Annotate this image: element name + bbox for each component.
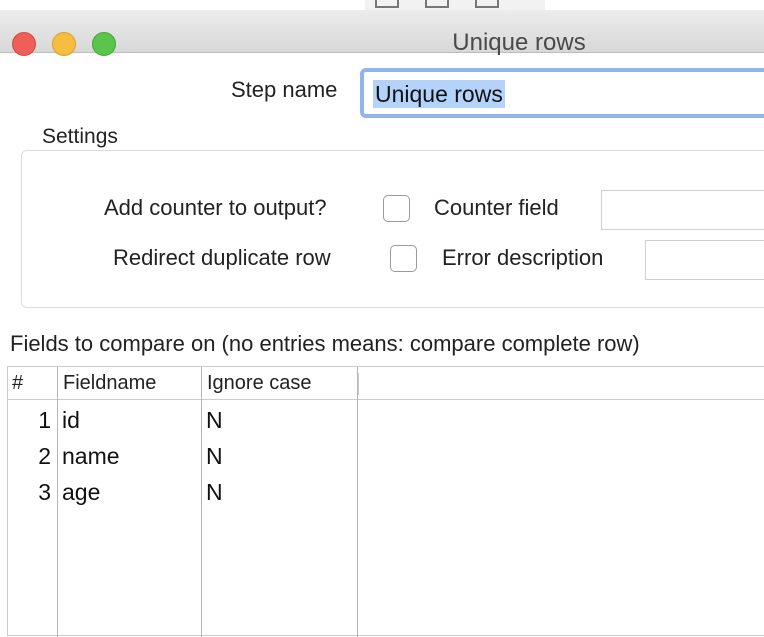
row-number: 1 — [38, 407, 51, 433]
row-number: 3 — [38, 479, 51, 505]
column-separator — [358, 373, 359, 395]
row-ignore-case[interactable]: N — [206, 477, 223, 507]
step-name-input[interactable]: Unique rows — [360, 68, 764, 118]
step-name-value: Unique rows — [373, 80, 505, 108]
add-counter-label: Add counter to output? — [104, 195, 327, 220]
row-fieldname[interactable]: id — [62, 405, 80, 435]
fields-heading: Fields to compare on (no entries means: … — [10, 331, 640, 356]
column-header-fieldname[interactable]: Fieldname — [63, 369, 156, 397]
title-bar[interactable]: Unique rows — [0, 10, 764, 56]
column-divider — [357, 367, 358, 637]
redirect-duplicate-label: Redirect duplicate row — [113, 245, 331, 270]
step-name-label: Step name — [231, 77, 338, 102]
column-header-ignore-case[interactable]: Ignore case — [207, 369, 312, 397]
row-fieldname[interactable]: name — [62, 441, 120, 471]
close-window-button[interactable] — [12, 32, 36, 56]
column-divider — [57, 367, 58, 637]
row-number: 2 — [38, 443, 51, 469]
background-window-toolbar — [365, 0, 545, 10]
row-ignore-case[interactable]: N — [206, 441, 223, 471]
zoom-window-button[interactable] — [92, 32, 116, 56]
add-counter-checkbox[interactable] — [383, 195, 410, 222]
settings-title: Settings — [42, 125, 118, 148]
minimize-window-button[interactable] — [52, 32, 76, 56]
row-fieldname[interactable]: age — [62, 477, 100, 507]
window-title: Unique rows — [452, 29, 586, 56]
error-description-label: Error description — [442, 245, 604, 270]
fields-table[interactable]: # Fieldname Ignore case 1 id N 2 name N … — [7, 366, 764, 637]
counter-field-input[interactable] — [601, 190, 764, 230]
counter-field-label: Counter field — [434, 195, 559, 220]
error-description-input[interactable] — [645, 240, 764, 280]
redirect-duplicate-checkbox[interactable] — [390, 245, 417, 272]
row-ignore-case[interactable]: N — [206, 405, 223, 435]
column-header-number[interactable]: # — [12, 369, 23, 397]
column-divider — [201, 367, 202, 637]
table-header: # Fieldname Ignore case — [8, 367, 764, 400]
